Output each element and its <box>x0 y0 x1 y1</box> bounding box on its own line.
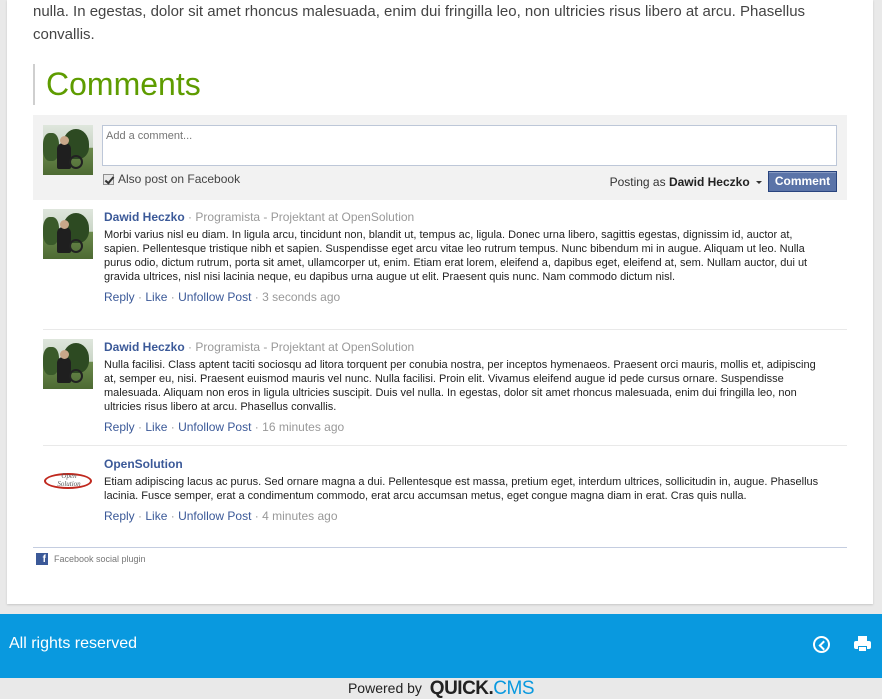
comment-divider <box>43 445 847 446</box>
brand-quick: QUICK. <box>429 678 494 699</box>
comment-actions: Reply · Like · Unfollow Post · 4 minutes… <box>104 508 820 524</box>
comment-divider <box>43 329 847 330</box>
comment-author[interactable]: Dawid Heczko <box>104 340 185 354</box>
reply-link[interactable]: Reply <box>104 290 135 304</box>
comment-body: OpenSolution Etiam adipiscing lacus ac p… <box>104 456 820 524</box>
comment-timestamp[interactable]: 16 minutes ago <box>262 420 344 434</box>
comment-meta: OpenSolution <box>104 456 820 472</box>
like-link[interactable]: Like <box>145 290 167 304</box>
facebook-social-plugin: f Facebook social plugin <box>33 547 847 565</box>
brand-cms: CMS <box>493 678 535 699</box>
powered-by-label: Powered by <box>347 680 422 696</box>
action-dot: · <box>138 509 143 523</box>
action-dot: · <box>254 509 259 523</box>
also-post-facebook[interactable]: Also post on Facebook <box>103 172 240 186</box>
comment-text: Morbi varius nisl eu diam. In ligula arc… <box>104 229 808 283</box>
action-dot: · <box>170 509 175 523</box>
powered-by: Powered by QUICK.CMS <box>0 678 882 699</box>
plugin-label[interactable]: Facebook social plugin <box>54 554 146 564</box>
article-text: nulla. In egestas, dolor sit amet rhoncu… <box>33 0 833 46</box>
comment-actions: Reply · Like · Unfollow Post · 16 minute… <box>104 419 820 435</box>
unfollow-post-link[interactable]: Unfollow Post <box>178 509 251 523</box>
posting-as: Posting as Dawid Heczko <box>610 175 762 189</box>
comment-author-role: Programista - Projektant <box>195 340 325 354</box>
like-link[interactable]: Like <box>145 509 167 523</box>
back-arrow-circle-icon[interactable] <box>813 636 830 653</box>
action-dot: · <box>138 290 143 304</box>
comment-body: Dawid Heczko · Programista - Projektant … <box>104 209 820 305</box>
avatar[interactable] <box>43 209 93 259</box>
facebook-icon[interactable]: f <box>36 553 48 565</box>
comment-timestamp[interactable]: 4 minutes ago <box>262 509 337 523</box>
action-dot: · <box>170 420 175 434</box>
article-line: convallis. <box>33 26 95 43</box>
comment-author[interactable]: Dawid Heczko <box>104 210 185 224</box>
comment-compose-box: Also post on Facebook Posting as Dawid H… <box>33 115 847 200</box>
content-card: nulla. In egestas, dolor sit amet rhoncu… <box>7 0 873 604</box>
action-dot: · <box>138 420 143 434</box>
reply-link[interactable]: Reply <box>104 420 135 434</box>
opensolution-logo[interactable]: Open Solution <box>43 456 93 506</box>
meta-separator: · <box>188 340 193 354</box>
site-footer: All rights reserved <box>0 614 882 678</box>
comment-submit-button[interactable]: Comment <box>768 171 837 192</box>
action-dot: · <box>254 290 259 304</box>
unfollow-post-link[interactable]: Unfollow Post <box>178 420 251 434</box>
posting-as-prefix: Posting as <box>609 175 666 189</box>
reply-link[interactable]: Reply <box>104 509 135 523</box>
unfollow-post-link[interactable]: Unfollow Post <box>178 290 251 304</box>
quickcms-brand-link[interactable]: QUICK.CMS <box>429 678 535 699</box>
comment-meta: Dawid Heczko · Programista - Projektant … <box>104 339 820 355</box>
posting-as-user[interactable]: Dawid Heczko <box>669 175 750 189</box>
comment-body: Dawid Heczko · Programista - Projektant … <box>104 339 820 435</box>
meta-at: at <box>328 210 339 224</box>
printer-icon[interactable] <box>854 636 871 653</box>
avatar[interactable] <box>43 125 93 175</box>
chevron-down-icon[interactable] <box>756 181 762 185</box>
comment-text: Nulla facilisi. Class aptent taciti soci… <box>104 359 816 413</box>
article-line: nulla. In egestas, dolor sit amet rhoncu… <box>33 3 806 20</box>
meta-at: at <box>328 340 339 354</box>
comment-actions: Reply · Like · Unfollow Post · 3 seconds… <box>104 289 820 305</box>
also-post-checkbox[interactable] <box>103 173 114 185</box>
avatar[interactable] <box>43 339 93 389</box>
comment-author[interactable]: OpenSolution <box>104 457 183 471</box>
comment-author-company[interactable]: OpenSolution <box>341 340 414 354</box>
comment-author-company[interactable]: OpenSolution <box>341 210 414 224</box>
comment-timestamp[interactable]: 3 seconds ago <box>262 290 340 304</box>
like-link[interactable]: Like <box>145 420 167 434</box>
logo-text: Open Solution <box>57 472 81 488</box>
comments-heading: Comments <box>33 64 201 105</box>
action-dot: · <box>170 290 175 304</box>
comment-author-role: Programista - Projektant <box>195 210 325 224</box>
copyright-text: All rights reserved <box>9 635 138 652</box>
comment-input[interactable] <box>102 125 837 166</box>
action-dot: · <box>254 420 259 434</box>
comment-text: Etiam adipiscing lacus ac purus. Sed orn… <box>104 476 819 502</box>
meta-separator: · <box>188 210 193 224</box>
also-post-label: Also post on Facebook <box>118 172 241 186</box>
comment-meta: Dawid Heczko · Programista - Projektant … <box>104 209 820 225</box>
